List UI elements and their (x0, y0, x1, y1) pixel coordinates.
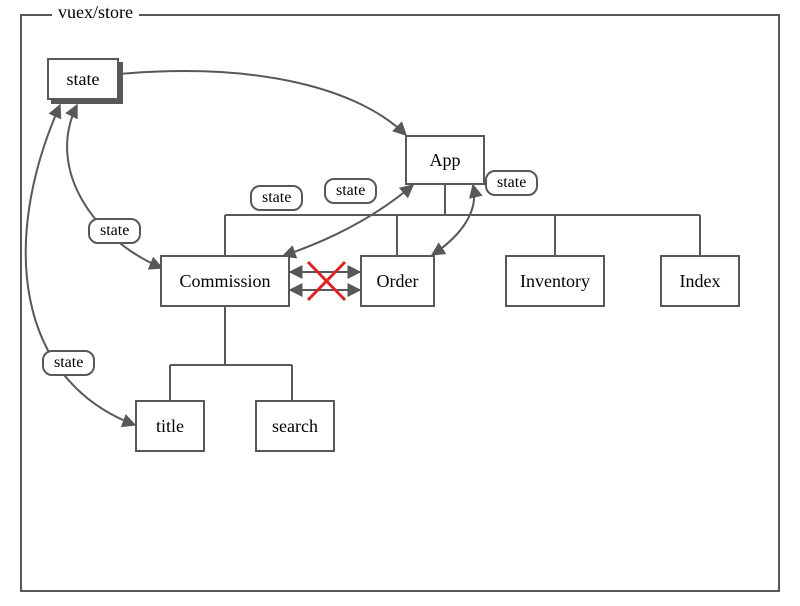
node-label: search (272, 416, 318, 437)
node-commission: Commission (160, 255, 290, 307)
edge-label-state-2: state (88, 218, 141, 244)
node-label: Inventory (520, 271, 590, 292)
node-index: Index (660, 255, 740, 307)
node-label: Order (377, 271, 419, 292)
node-app: App (405, 135, 485, 185)
edge-label-state-3: state (250, 185, 303, 211)
edge-label-state-5: state (485, 170, 538, 196)
node-label: state (67, 69, 100, 90)
node-title: title (135, 400, 205, 452)
node-label: Index (680, 271, 721, 292)
node-order: Order (360, 255, 435, 307)
node-search: search (255, 400, 335, 452)
node-label: App (430, 150, 461, 171)
node-label: title (156, 416, 184, 437)
node-label: Commission (179, 271, 270, 292)
edge-label-state-1: state (42, 350, 95, 376)
node-inventory: Inventory (505, 255, 605, 307)
node-state-root: state (47, 58, 119, 100)
edge-label-state-4: state (324, 178, 377, 204)
frame-title: vuex/store (52, 2, 139, 23)
